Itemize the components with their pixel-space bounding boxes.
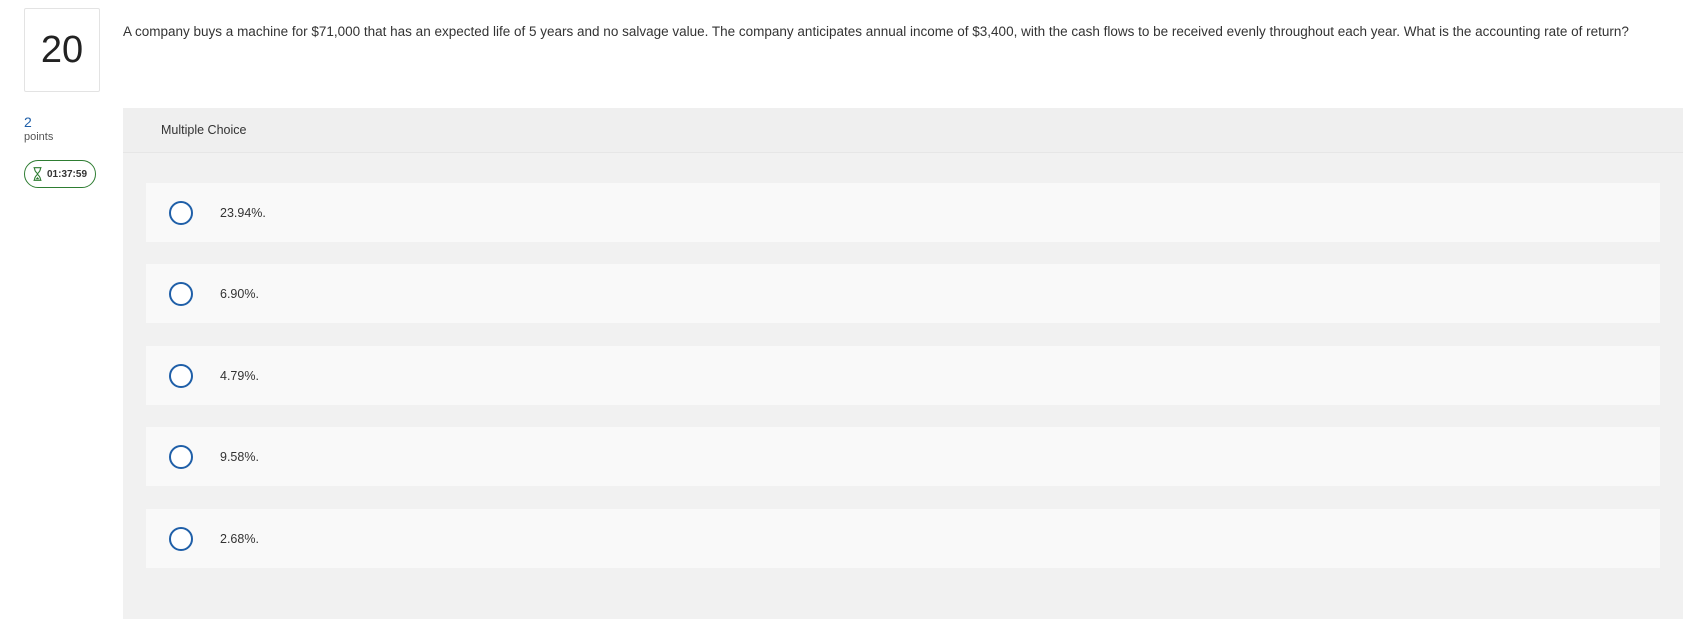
radio-button[interactable] — [169, 444, 193, 469]
radio-button[interactable] — [169, 281, 193, 306]
answer-option[interactable]: 9.58%. — [146, 427, 1660, 486]
points-block: 2 points — [24, 114, 53, 144]
option-label: 6.90%. — [220, 286, 259, 301]
question-number: 20 — [24, 8, 100, 92]
option-label: 23.94%. — [220, 205, 266, 220]
radio-button[interactable] — [169, 526, 193, 551]
answer-option[interactable]: 23.94%. — [146, 183, 1660, 242]
answer-option[interactable]: 2.68%. — [146, 509, 1660, 568]
points-value: 2 — [24, 114, 32, 130]
answer-option[interactable]: 4.79%. — [146, 346, 1660, 405]
option-label: 9.58%. — [220, 449, 259, 464]
timer-badge[interactable]: 01:37:59 — [24, 160, 96, 188]
panel-header: Multiple Choice — [123, 108, 1683, 153]
option-label: 2.68%. — [220, 531, 259, 546]
panel-title: Multiple Choice — [161, 123, 247, 137]
timer-value: 01:37:59 — [46, 168, 88, 180]
option-label: 4.79%. — [220, 368, 259, 383]
points-label: points — [24, 131, 54, 143]
radio-button[interactable] — [169, 363, 193, 388]
hourglass-icon — [33, 167, 42, 181]
radio-button[interactable] — [169, 200, 193, 225]
question-text: A company buys a machine for $71,000 tha… — [123, 24, 1629, 39]
answer-option[interactable]: 6.90%. — [146, 264, 1660, 323]
answer-panel: Multiple Choice 23.94%. 6.90%. 4.79%. 9.… — [123, 108, 1683, 619]
